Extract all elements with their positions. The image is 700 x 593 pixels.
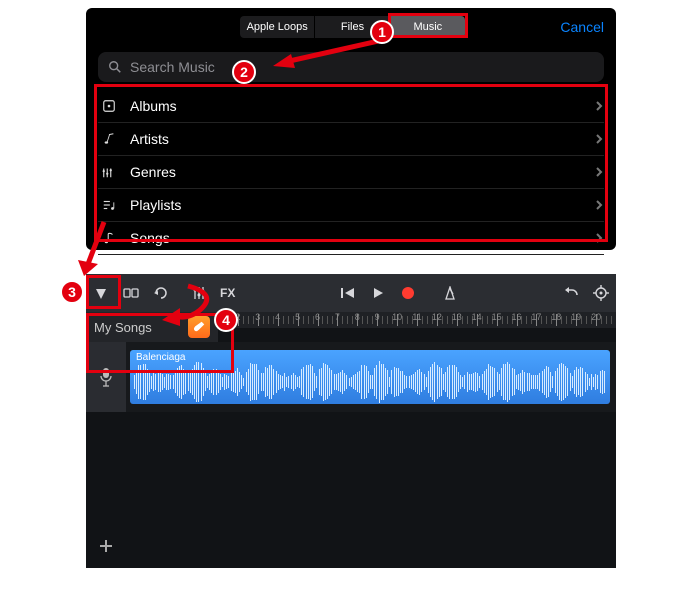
chevron-right-icon xyxy=(594,101,604,111)
cancel-button[interactable]: Cancel xyxy=(560,16,604,38)
editor-toolbar: FX xyxy=(86,274,616,312)
mixer-button[interactable] xyxy=(184,274,214,312)
track-header[interactable] xyxy=(86,342,126,412)
waveform-icon xyxy=(134,364,606,400)
play-button[interactable] xyxy=(363,274,393,312)
artists-icon xyxy=(98,130,120,148)
record-button[interactable] xyxy=(393,274,423,312)
clip-label: Balenciaga xyxy=(136,352,185,363)
row-label: Genres xyxy=(130,164,594,180)
song-tab[interactable]: My Songs xyxy=(86,312,218,342)
row-label: Playlists xyxy=(130,197,594,213)
chevron-right-icon xyxy=(594,233,604,243)
row-playlists[interactable]: Playlists xyxy=(98,189,604,222)
row-artists[interactable]: Artists xyxy=(98,123,604,156)
source-segmented-control: Apple Loops Files Music xyxy=(240,16,465,38)
add-track-button[interactable] xyxy=(92,532,120,560)
category-list: Albums Artists Genres Playlists Songs xyxy=(98,90,604,255)
music-browser-panel: Apple Loops Files Music Cancel Albums Ar… xyxy=(86,8,616,250)
tracks-view-button[interactable] xyxy=(86,274,116,312)
fx-button[interactable]: FX xyxy=(214,274,241,312)
rewind-button[interactable] xyxy=(333,274,363,312)
row-label: Artists xyxy=(130,131,594,147)
row-label: Albums xyxy=(130,98,594,114)
chevron-right-icon xyxy=(594,200,604,210)
chevron-right-icon xyxy=(594,134,604,144)
annotation-badge-3: 3 xyxy=(60,280,84,304)
row-genres[interactable]: Genres xyxy=(98,156,604,189)
chevron-right-icon xyxy=(594,167,604,177)
segment-apple-loops[interactable]: Apple Loops xyxy=(240,16,314,38)
tracks-editor-panel: FX 1234567891011121314151617181920 My So… xyxy=(86,274,616,568)
track-lane[interactable]: Balenciaga xyxy=(126,342,616,412)
row-albums[interactable]: Albums xyxy=(98,90,604,123)
segment-files[interactable]: Files xyxy=(314,16,389,38)
playlists-icon xyxy=(98,196,120,214)
loop-browser-button[interactable] xyxy=(146,274,176,312)
regions-view-button[interactable] xyxy=(116,274,146,312)
settings-button[interactable] xyxy=(586,274,616,312)
search-icon xyxy=(108,60,122,74)
guitar-icon xyxy=(188,316,210,338)
time-ruler[interactable]: 1234567891011121314151617181920 xyxy=(218,312,616,328)
albums-icon xyxy=(98,97,120,115)
songs-icon xyxy=(98,229,120,247)
row-songs[interactable]: Songs xyxy=(98,222,604,255)
my-songs-label: My Songs xyxy=(94,320,188,335)
segment-music[interactable]: Music xyxy=(390,16,465,38)
row-label: Songs xyxy=(130,230,594,246)
microphone-icon xyxy=(98,367,114,387)
audio-clip[interactable]: Balenciaga xyxy=(130,350,610,404)
genres-icon xyxy=(98,163,120,181)
metronome-button[interactable] xyxy=(435,274,465,312)
search-input[interactable] xyxy=(130,59,594,75)
undo-button[interactable] xyxy=(556,274,586,312)
fx-label: FX xyxy=(220,286,235,300)
search-field[interactable] xyxy=(98,52,604,82)
